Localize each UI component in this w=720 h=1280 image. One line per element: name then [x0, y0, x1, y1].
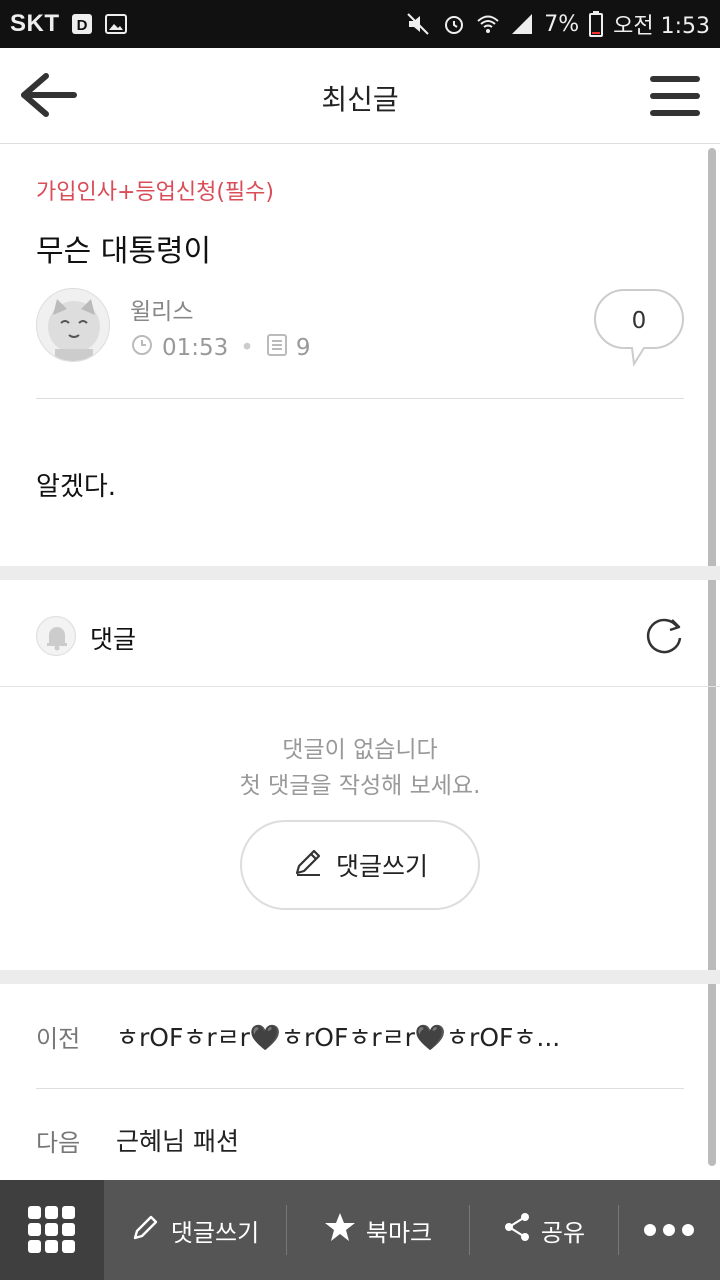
star-icon [324, 1211, 356, 1249]
wifi-icon [476, 12, 500, 36]
next-post-link[interactable]: 다음 근혜님 패션 [36, 1122, 684, 1158]
bookmark-label: 북마크 [365, 1218, 433, 1247]
previous-post-title: ㅎrOFㅎrㄹr🖤ㅎrOFㅎrㄹr🖤ㅎrOFㅎ... [116, 1023, 561, 1052]
grid-menu-icon[interactable] [0, 1180, 104, 1280]
section-separator [0, 566, 720, 580]
next-post-title: 근혜님 패션 [116, 1127, 239, 1156]
post-title: 무슨 대통령이 [36, 234, 212, 269]
bell-icon[interactable] [36, 616, 76, 656]
d-badge-icon: D [70, 12, 94, 36]
refresh-icon[interactable] [642, 614, 686, 658]
battery-icon [589, 11, 604, 37]
post-time: 01:53 [162, 335, 229, 361]
post-meta: 01:53 • 9 [130, 333, 311, 363]
status-bar: SKT D 7% 오전 1:53 [0, 0, 720, 48]
share-button[interactable]: 공유 [470, 1180, 618, 1280]
avatar[interactable] [36, 288, 110, 362]
previous-post-link[interactable]: 이전 ㅎrOFㅎrㄹr🖤ㅎrOFㅎrㄹr🖤ㅎrOFㅎ... [36, 1018, 684, 1054]
alarm-icon [442, 12, 466, 36]
write-comment-label: 댓글쓰기 [335, 852, 428, 881]
divider [36, 1088, 684, 1089]
no-comments-text: 댓글이 없습니다 [282, 737, 438, 763]
write-comment-button[interactable]: 댓글쓰기 [240, 820, 480, 910]
bottom-write-comment-button[interactable]: 댓글쓰기 [104, 1180, 286, 1280]
next-label: 다음 [36, 1128, 81, 1157]
author-name[interactable]: 윌리스 [130, 292, 193, 326]
gallery-notification-icon [104, 12, 128, 36]
divider [0, 686, 720, 687]
svg-text:D: D [76, 17, 87, 34]
page-title: 최신글 [321, 83, 399, 116]
first-comment-prompt: 첫 댓글을 작성해 보세요. [239, 773, 481, 799]
post-body: 알겠다. [36, 472, 117, 502]
hamburger-menu-icon[interactable] [648, 72, 702, 120]
pencil-icon [292, 846, 324, 884]
comments-header: 댓글 [90, 625, 137, 654]
bottom-write-label: 댓글쓰기 [170, 1218, 260, 1247]
bookmark-button[interactable]: 북마크 [287, 1180, 469, 1280]
app-bar: 최신글 [0, 48, 720, 144]
section-separator [0, 970, 720, 984]
scrollbar[interactable] [708, 148, 716, 1166]
battery-percent: 7% [544, 11, 580, 37]
bottom-toolbar: 댓글쓰기 북마크 공유 [0, 1180, 720, 1280]
carrier-label: SKT [10, 10, 60, 37]
board-name-link[interactable]: 가입인사+등업신청(필수) [36, 174, 274, 206]
previous-label: 이전 [36, 1024, 81, 1053]
back-arrow-icon[interactable] [18, 70, 78, 120]
more-options-icon[interactable] [619, 1180, 719, 1280]
comment-count: 0 [631, 308, 647, 334]
view-count: 9 [295, 335, 311, 361]
share-icon [503, 1212, 531, 1248]
clock: 오전 1:53 [613, 14, 710, 39]
pencil-icon [131, 1212, 161, 1248]
meta-separator: • [240, 335, 254, 361]
views-icon [266, 333, 288, 363]
mute-icon [406, 12, 432, 36]
share-label: 공유 [540, 1218, 586, 1247]
signal-icon [510, 12, 534, 36]
divider [36, 398, 684, 399]
clock-icon [130, 333, 154, 363]
comment-count-button[interactable]: 0 [594, 288, 684, 368]
